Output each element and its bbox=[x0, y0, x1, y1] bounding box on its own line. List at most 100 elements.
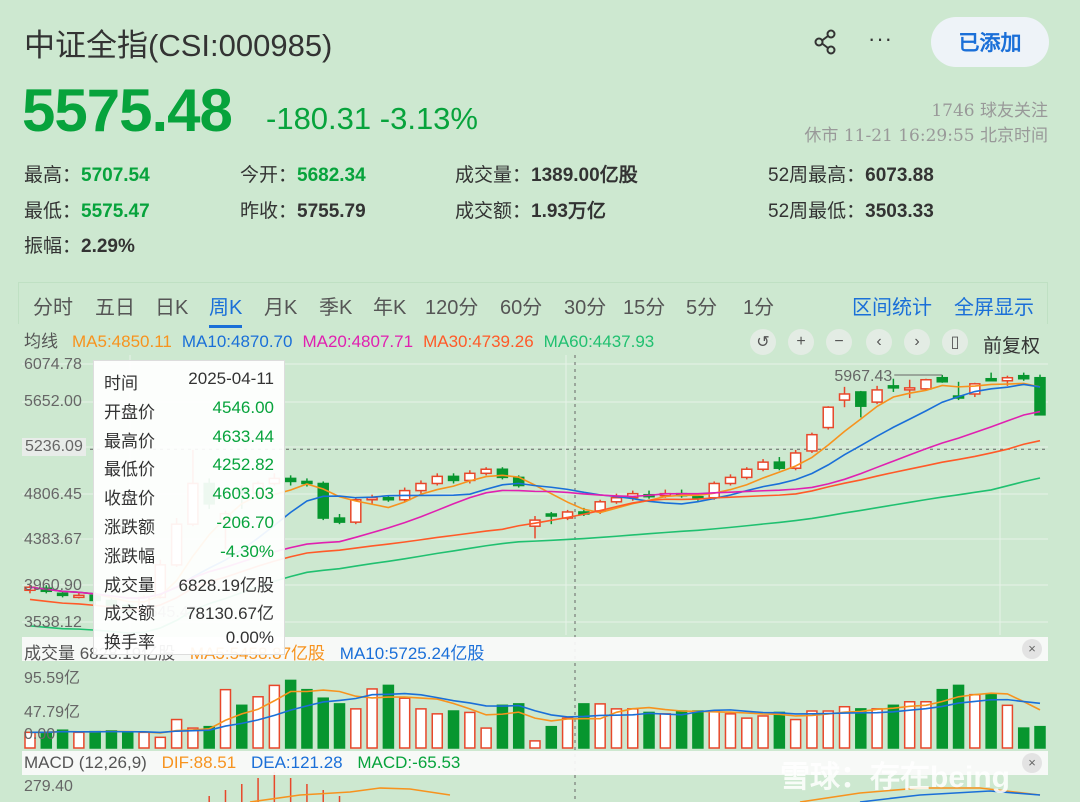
tab-7[interactable]: 120分 bbox=[425, 291, 478, 320]
candle-body bbox=[73, 594, 85, 599]
volume-bar bbox=[659, 713, 672, 749]
tab-2[interactable]: 日K bbox=[155, 291, 188, 320]
tab-9[interactable]: 30分 bbox=[564, 291, 606, 320]
volume-bar bbox=[431, 713, 444, 749]
candle-body bbox=[1001, 376, 1014, 382]
stat-value: 5755.79 bbox=[297, 201, 366, 222]
tooltip-label: 收盘价 bbox=[104, 489, 155, 509]
tab-1[interactable]: 五日 bbox=[95, 291, 135, 320]
added-watchlist-button[interactable]: 已添加 bbox=[931, 17, 1049, 67]
ma-value: MA30:4739.26 bbox=[423, 332, 534, 351]
zoom-in-icon[interactable]: + bbox=[788, 329, 814, 355]
volume-bar bbox=[529, 740, 541, 749]
period-tabs: 分时 五日 日K 周K 月K 季K 年K 120分 60分 30分 15分 5分 1分 区间统计 全屏显示 bbox=[18, 282, 1048, 328]
volume-bar bbox=[1001, 704, 1014, 749]
tab-5[interactable]: 季K bbox=[319, 291, 352, 320]
macd-dif-line bbox=[249, 787, 451, 802]
volume-bar bbox=[1017, 727, 1030, 749]
more-button[interactable]: ··· bbox=[868, 26, 893, 52]
tab-3[interactable]: 周K bbox=[209, 291, 243, 328]
volume-bar bbox=[105, 730, 118, 749]
tab-12[interactable]: 1分 bbox=[743, 291, 774, 320]
volume-bar bbox=[170, 718, 183, 749]
tooltip-row: 时间 2025-04-11 bbox=[104, 369, 274, 398]
volume-ma10: MA10:5725.24亿股 bbox=[339, 644, 485, 663]
tooltip-row: 涨跌幅 -4.30% bbox=[104, 542, 274, 571]
tab-6[interactable]: 年K bbox=[373, 291, 406, 320]
candle-body bbox=[333, 517, 346, 523]
tooltip-row: 成交额 78130.67亿 bbox=[104, 599, 274, 628]
tooltip-value: -206.70 bbox=[216, 512, 274, 532]
candle-body bbox=[545, 513, 558, 517]
range-stats-link[interactable]: 区间统计 bbox=[852, 291, 932, 320]
price-axis-label: 5236.09 bbox=[22, 438, 86, 456]
tooltip-label: 涨跌额 bbox=[104, 517, 155, 537]
scroll-right-icon[interactable]: › bbox=[904, 329, 930, 355]
tooltip-row: 收盘价 4603.03 bbox=[104, 484, 274, 513]
candle-body bbox=[806, 433, 818, 452]
stat-label: 成交额： bbox=[455, 201, 532, 222]
volume-bar bbox=[936, 688, 949, 749]
price-axis-label: 4383.67 bbox=[24, 531, 82, 548]
close-volume-icon[interactable]: × bbox=[1022, 639, 1042, 659]
candle-body bbox=[284, 477, 297, 483]
close-macd-icon[interactable]: × bbox=[1022, 753, 1042, 773]
current-price: 5575.48 bbox=[22, 77, 233, 144]
stat-label: 52周最高： bbox=[768, 165, 866, 186]
macd-dea: DEA:121.28 bbox=[250, 753, 343, 772]
volume-bar bbox=[301, 688, 313, 749]
candle-body bbox=[887, 385, 900, 389]
volume-bar bbox=[643, 711, 655, 749]
tooltip-row: 最高价 4633.44 bbox=[104, 427, 274, 456]
share-icon[interactable] bbox=[812, 28, 840, 56]
volume-bar bbox=[675, 710, 688, 749]
volume-bar bbox=[236, 704, 248, 749]
candle-tooltip: 时间 2025-04-11 开盘价 4546.00 最高价 4633.44 最低价 4252.… bbox=[93, 360, 285, 655]
candle-body bbox=[708, 482, 720, 499]
volume-bar bbox=[985, 693, 997, 749]
volume-bar bbox=[464, 711, 476, 749]
candle-body bbox=[1017, 374, 1030, 380]
followers-count: 1746 球友关注 bbox=[931, 101, 1048, 121]
stat-label: 今开： bbox=[240, 165, 298, 186]
volume-bar bbox=[773, 711, 786, 749]
tooltip-value: -4.30% bbox=[220, 541, 274, 561]
fullscreen-link[interactable]: 全屏显示 bbox=[954, 291, 1034, 320]
tooltip-value: 4546.00 bbox=[212, 397, 274, 417]
tooltip-row: 成交量 6828.19亿股 bbox=[104, 571, 274, 600]
scroll-left-icon[interactable]: ‹ bbox=[866, 329, 892, 355]
candle-style-icon[interactable]: ▯ bbox=[942, 329, 968, 355]
candle-body bbox=[350, 499, 362, 523]
volume-bar bbox=[871, 708, 883, 749]
volume-bar bbox=[822, 710, 834, 749]
candle-body bbox=[741, 468, 753, 479]
stat-item: 成交量：1389.00亿股 bbox=[455, 160, 638, 187]
stat-label: 最高： bbox=[24, 165, 82, 186]
stat-item: 昨收：5755.79 bbox=[240, 196, 366, 223]
volume-bar bbox=[545, 725, 558, 749]
volume-bar bbox=[741, 717, 753, 749]
tooltip-value: 6828.19亿股 bbox=[178, 575, 274, 595]
stat-label: 最低： bbox=[24, 201, 82, 222]
tab-10[interactable]: 15分 bbox=[623, 291, 665, 320]
volume-bar bbox=[578, 703, 590, 749]
reset-icon[interactable]: ↺ bbox=[750, 329, 776, 355]
volume-bar bbox=[154, 736, 167, 749]
tab-0[interactable]: 分时 bbox=[33, 291, 73, 320]
candle-body bbox=[838, 393, 851, 401]
candle-body bbox=[1034, 376, 1046, 416]
adjust-mode-button[interactable]: 前复权 bbox=[983, 331, 1040, 358]
price-axis-label: 4806.45 bbox=[24, 486, 82, 503]
stat-value: 1.93万亿 bbox=[531, 201, 606, 222]
tab-11[interactable]: 5分 bbox=[686, 291, 717, 320]
tab-8[interactable]: 60分 bbox=[500, 291, 542, 320]
price-change: -180.31 -3.13% bbox=[266, 101, 478, 137]
stat-label: 振幅： bbox=[24, 236, 82, 257]
volume-bar bbox=[398, 697, 411, 749]
tooltip-label: 成交额 bbox=[104, 604, 155, 624]
zoom-out-icon[interactable]: − bbox=[826, 329, 852, 355]
stat-value: 1389.00亿股 bbox=[531, 165, 638, 186]
ma-legend: 均线 MA5:4850.11 MA10:4870.70 MA20:4807.71 MA3… bbox=[24, 327, 664, 352]
tab-4[interactable]: 月K bbox=[264, 291, 297, 320]
stat-value: 2.29% bbox=[81, 236, 135, 257]
